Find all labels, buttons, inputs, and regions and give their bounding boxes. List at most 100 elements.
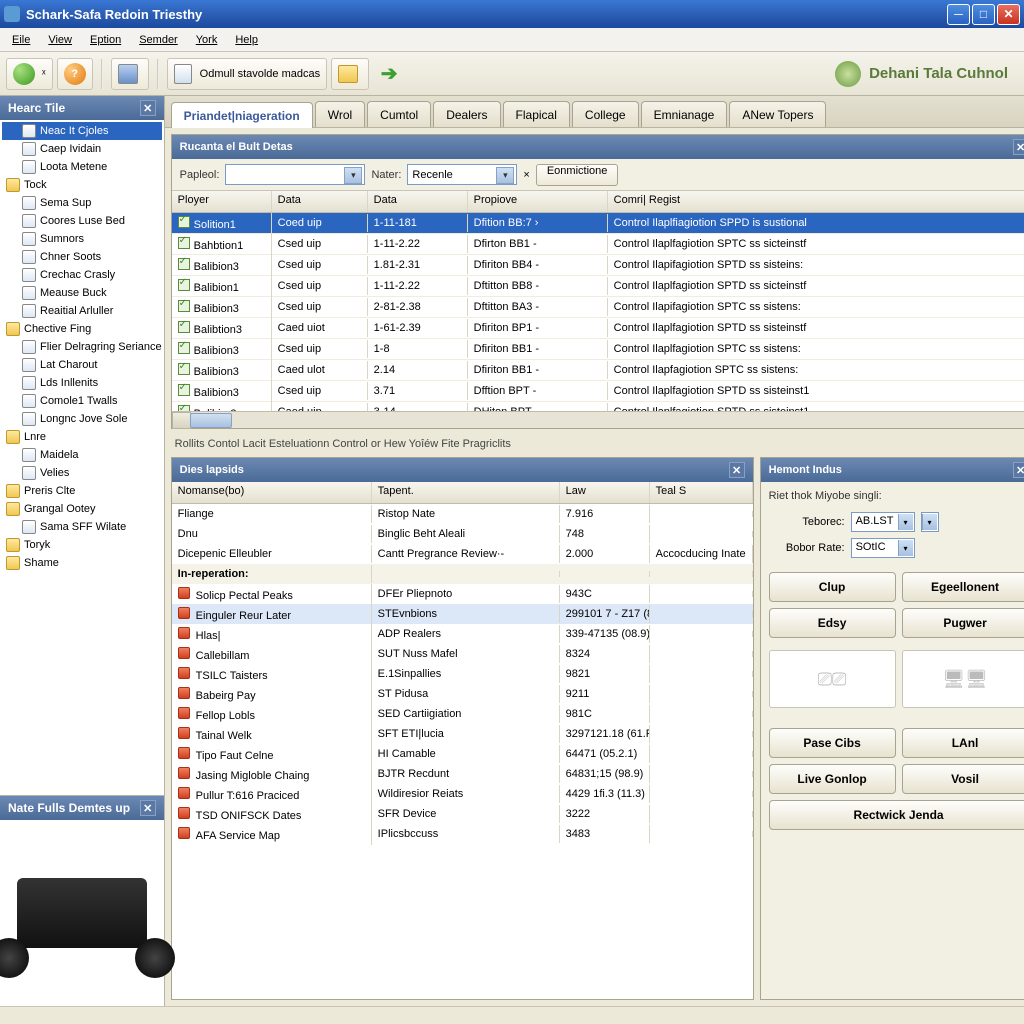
- lower-left-close[interactable]: ✕: [729, 462, 745, 478]
- list-item[interactable]: Pullur T:616 PracicedWildiresior Reiats4…: [172, 784, 753, 804]
- list-item[interactable]: Tainal WelkSFT ETI|lucia3297121.18 (61.P…: [172, 724, 753, 744]
- tree-item[interactable]: Sama SFF Wilate: [2, 518, 162, 536]
- list-item[interactable]: Tipo Faut CelneHI Camable64471 (05.2.1): [172, 744, 753, 764]
- tree-item[interactable]: Flier Delragring Seriance: [2, 338, 162, 356]
- tb-combined-button[interactable]: Odmull stavolde madcas: [167, 58, 327, 90]
- btn-live-gonlop[interactable]: Live Gonlop: [769, 764, 896, 794]
- tree-item[interactable]: Caep Ividain: [2, 140, 162, 158]
- diagram-1[interactable]: ⎚⎚: [769, 650, 896, 708]
- btn-lanl[interactable]: LAnl: [902, 728, 1024, 758]
- grid-row[interactable]: Balibion3Caed ulot2.14Dfiriton BB1 -Cont…: [172, 360, 1024, 381]
- btn-vosil[interactable]: Vosil: [902, 764, 1024, 794]
- tree-item[interactable]: Longnc Jove Sole: [2, 410, 162, 428]
- col-regist[interactable]: Comri| Regist: [608, 191, 1024, 212]
- bobor-combo[interactable]: SOtIC: [851, 538, 915, 558]
- list-item[interactable]: Fellop LoblsSED Cartiigiation981C: [172, 704, 753, 724]
- grid-row[interactable]: Balibion3Csed uip1.81-2.31Dfiriton BB4 -…: [172, 255, 1024, 276]
- menu-file[interactable]: Eile: [4, 32, 38, 48]
- tree-item[interactable]: Crechac Crasly: [2, 266, 162, 284]
- menu-sender[interactable]: Semder: [131, 32, 186, 48]
- tb-btn-3[interactable]: [111, 58, 149, 90]
- grid-row[interactable]: Balibion3Csed uip1-8Dfiriton BB1 -Contro…: [172, 339, 1024, 360]
- tree-item[interactable]: Shame: [2, 554, 162, 572]
- tb-status-button[interactable]: ˣ: [6, 58, 53, 90]
- list-item[interactable]: TSD ONIFSCK DatesSFR Device3222: [172, 804, 753, 824]
- tree-item[interactable]: Tock: [2, 176, 162, 194]
- tree-item[interactable]: Comole1 Twalls: [2, 392, 162, 410]
- list-item[interactable]: Dicepenic ElleublerCantt Pregrance Revie…: [172, 544, 753, 564]
- grid-row[interactable]: Solition1Coed uip1-11-181Dfition BB:7 ›C…: [172, 213, 1024, 234]
- minimize-button[interactable]: ─: [947, 4, 970, 25]
- list-item[interactable]: Hlas|ADP Realers339-47135 (08.9): [172, 624, 753, 644]
- col-data1[interactable]: Data: [272, 191, 368, 212]
- btn-edsy[interactable]: Edsy: [769, 608, 896, 638]
- grid-row[interactable]: Balibion1Csed uip1-11-2.22Dftitton BB8 -…: [172, 276, 1024, 297]
- tree-item[interactable]: Preris Clte: [2, 482, 162, 500]
- menu-help[interactable]: Help: [227, 32, 266, 48]
- tree-item[interactable]: Chective Fing: [2, 320, 162, 338]
- grid-row[interactable]: Balibior3Caed uip3-14DHiton BPT -Control…: [172, 402, 1024, 411]
- tab[interactable]: Emnianage: [641, 101, 728, 127]
- tab[interactable]: Cumtol: [367, 101, 431, 127]
- menu-view[interactable]: View: [40, 32, 80, 48]
- list-item[interactable]: DnuBinglic Beht Aleali748: [172, 524, 753, 544]
- tab[interactable]: Dealers: [433, 101, 500, 127]
- list-item[interactable]: FliangeRistop Nate7.916: [172, 504, 753, 524]
- tree-item[interactable]: Loota Metene: [2, 158, 162, 176]
- tree-item[interactable]: Reaitial Arluller: [2, 302, 162, 320]
- tree-item[interactable]: Lnre: [2, 428, 162, 446]
- tb-help-button[interactable]: ?: [57, 58, 93, 90]
- tree-item[interactable]: Chner Soots: [2, 248, 162, 266]
- menu-work[interactable]: York: [188, 32, 226, 48]
- list-item[interactable]: CallebillamSUT Nuss Mafel8324: [172, 644, 753, 664]
- tree-item[interactable]: Velies: [2, 464, 162, 482]
- tree-item[interactable]: Grangal Ootey: [2, 500, 162, 518]
- menu-option[interactable]: Eption: [82, 32, 129, 48]
- list-item[interactable]: Babeirg PayST Pidusa9211: [172, 684, 753, 704]
- grid-row[interactable]: Balibion3Csed uip3.71Dfftion BPT -Contro…: [172, 381, 1024, 402]
- grid-body[interactable]: Solition1Coed uip1-11-181Dfition BB:7 ›C…: [172, 213, 1024, 411]
- tb-forward-button[interactable]: ➔: [373, 58, 405, 90]
- grid-row[interactable]: Bahbtion1Csed uip1-11-2.22Dfirton BB1 -C…: [172, 234, 1024, 255]
- tab[interactable]: Flapical: [503, 101, 570, 127]
- tree-item[interactable]: Sema Sup: [2, 194, 162, 212]
- tree-panel-close[interactable]: ✕: [140, 100, 156, 116]
- maximize-button[interactable]: □: [972, 4, 995, 25]
- tree-item[interactable]: Maidela: [2, 446, 162, 464]
- tree-item[interactable]: Meause Buck: [2, 284, 162, 302]
- tree-item[interactable]: Lat Charout: [2, 356, 162, 374]
- tab[interactable]: Priandet|niageration: [171, 102, 313, 128]
- col-propiove[interactable]: Propiove: [468, 191, 608, 212]
- btn-rectwick-jenda[interactable]: Rectwick Jenda: [769, 800, 1024, 830]
- btn-egeellonent[interactable]: Egeellonent: [902, 572, 1024, 602]
- tree-item[interactable]: Lds Inllenits: [2, 374, 162, 392]
- diagram-2[interactable]: 🖥🖥: [902, 650, 1024, 708]
- tab[interactable]: College: [572, 101, 639, 127]
- col-data2[interactable]: Data: [368, 191, 468, 212]
- btn-clup[interactable]: Clup: [769, 572, 896, 602]
- tree-item[interactable]: Sumnors: [2, 230, 162, 248]
- teborec-extra[interactable]: [921, 512, 939, 532]
- tab[interactable]: ANew Topers: [729, 101, 826, 127]
- tree-item[interactable]: Neac It Cjoles: [2, 122, 162, 140]
- tb-btn-5[interactable]: [331, 58, 369, 90]
- list-item[interactable]: Einguler Reur LaterSTEvnbions299101 7 - …: [172, 604, 753, 624]
- filter-apply-button[interactable]: Eonmictione: [536, 164, 619, 186]
- nater-filter-combo[interactable]: Recenle: [407, 164, 517, 185]
- navigation-tree[interactable]: Neac It CjolesCaep IvidainLoota MeteneTo…: [0, 120, 164, 795]
- horizontal-scrollbar[interactable]: [172, 411, 1024, 428]
- col-ployer[interactable]: Ployer: [172, 191, 272, 212]
- panel-filter-combo[interactable]: [225, 164, 365, 185]
- list-item[interactable]: Solicp Pectal PeaksDFEr Pliepnoto943C: [172, 584, 753, 604]
- tree-item[interactable]: Coores Luse Bed: [2, 212, 162, 230]
- list-item[interactable]: TSILC TaistersE.1Sinpallies9821: [172, 664, 753, 684]
- upper-panel-close[interactable]: ✕: [1013, 139, 1024, 155]
- grid-row[interactable]: Balibion3Csed uip2-81-2.38Dftitton BA3 -…: [172, 297, 1024, 318]
- grid-row[interactable]: Balibtion3Caed uiot1-61-2.39Dfiriton BP1…: [172, 318, 1024, 339]
- lower-grid-body[interactable]: FliangeRistop Nate7.916DnuBinglic Beht A…: [172, 504, 753, 999]
- btn-pugwer[interactable]: Pugwer: [902, 608, 1024, 638]
- list-item[interactable]: AFA Service MapIPlicsbccuss3483: [172, 824, 753, 844]
- close-button[interactable]: ✕: [997, 4, 1020, 25]
- tree-item[interactable]: Toryk: [2, 536, 162, 554]
- lower-right-close[interactable]: ✕: [1013, 462, 1024, 478]
